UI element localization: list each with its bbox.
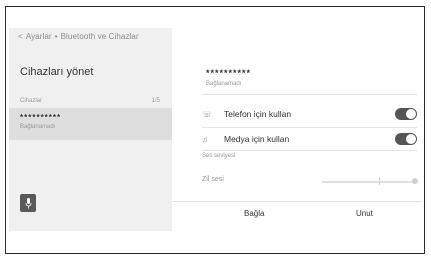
volume-section-label: Ses seviyesi [202, 153, 236, 159]
media-toggle[interactable] [395, 133, 417, 145]
divider [202, 94, 417, 95]
microphone-icon [25, 197, 31, 208]
media-option-row[interactable]: ♫ Medya için kullan [202, 129, 417, 149]
divider [202, 150, 417, 151]
right-panel: ********** Bağlanamadı ☏ Telefon için ku… [172, 28, 422, 231]
selected-device-name: ********** [206, 68, 252, 78]
devices-section-label: Cihazlar [20, 98, 43, 104]
slider-tick [379, 177, 380, 185]
devices-section-header: Cihazlar 1/5 [20, 98, 160, 104]
ringtone-slider[interactable] [322, 181, 416, 183]
forget-button[interactable]: Unut [356, 209, 373, 218]
back-icon[interactable]: < [18, 32, 23, 41]
breadcrumb-separator: • [54, 32, 58, 41]
breadcrumb-root[interactable]: Ayarlar [26, 32, 52, 41]
device-name: ********** [20, 113, 62, 122]
ringtone-label: Zil sesi [202, 176, 224, 183]
slider-handle[interactable] [412, 178, 418, 184]
toggle-knob [406, 134, 416, 144]
microphone-button[interactable] [20, 194, 36, 212]
phone-icon: ☏ [202, 109, 213, 119]
connect-button[interactable]: Bağla [244, 209, 264, 218]
page-title: Cihazları yönet [20, 66, 94, 78]
devices-count: 1/5 [151, 98, 160, 104]
breadcrumb: < Ayarlar • Bluetooth ve Cihazlar [18, 32, 139, 41]
phone-option-label: Telefon için kullan [224, 109, 292, 119]
music-note-icon: ♫ [202, 134, 208, 144]
phone-option-row[interactable]: ☏ Telefon için kullan [202, 104, 417, 124]
device-list-item[interactable]: ********** Bağlanamadı [9, 108, 172, 140]
action-bar: Bağla Unut [172, 201, 422, 232]
phone-toggle[interactable] [395, 108, 417, 120]
selected-device-status: Bağlanamadı [206, 81, 242, 87]
left-panel: < Ayarlar • Bluetooth ve Cihazlar Cihazl… [9, 28, 172, 231]
screen: < Ayarlar • Bluetooth ve Cihazlar Cihazl… [9, 28, 422, 231]
device-status: Bağlanamadı [20, 124, 56, 130]
media-option-label: Medya için kullan [224, 134, 290, 144]
divider [202, 127, 417, 128]
breadcrumb-current: Bluetooth ve Cihazlar [60, 32, 139, 41]
toggle-knob [406, 109, 416, 119]
